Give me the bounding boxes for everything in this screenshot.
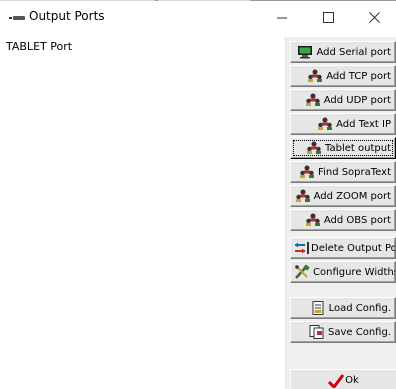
monitor-icon <box>298 46 313 59</box>
button-label: Load Config. <box>328 302 391 314</box>
network-people-icon <box>308 69 323 82</box>
output-ports-list[interactable]: TABLET Port <box>0 37 286 389</box>
button-label: Add TCP port <box>326 70 391 82</box>
button-label: Add ZOOM port <box>313 190 391 202</box>
minimize-icon <box>276 17 287 18</box>
load-config-button[interactable]: Load Config. <box>290 297 396 319</box>
button-label: Tablet output <box>325 142 391 154</box>
add-zoom-port-button[interactable]: Add ZOOM port <box>290 185 396 207</box>
find-sopratext-button[interactable]: Find SopraText <box>290 161 396 183</box>
tools-icon <box>295 265 310 279</box>
delete-output-port-button[interactable]: Delete Output Por <box>290 237 396 259</box>
save-document-icon <box>309 325 324 339</box>
configure-widths-button[interactable]: Configure Widths <box>290 261 396 283</box>
network-people-icon <box>305 213 320 226</box>
button-label: Ok <box>345 375 359 386</box>
button-label: Save Config. <box>328 326 391 338</box>
maximize-icon <box>322 11 334 23</box>
close-icon <box>368 11 380 23</box>
list-item[interactable]: TABLET Port <box>6 40 72 53</box>
tablet-output-button[interactable]: Tablet output <box>290 137 396 159</box>
ok-button[interactable]: Ok <box>290 369 396 389</box>
button-label: Add OBS port <box>323 214 391 226</box>
minimize-button[interactable] <box>259 1 305 33</box>
network-people-icon <box>305 93 320 106</box>
save-config-button[interactable]: Save Config. <box>290 321 396 343</box>
network-people-icon <box>300 165 315 178</box>
button-label: Configure Widths <box>313 266 396 278</box>
add-tcp-port-button[interactable]: Add TCP port <box>290 65 396 87</box>
add-obs-port-button[interactable]: Add OBS port <box>290 209 396 231</box>
button-label: Delete Output Por <box>311 242 396 254</box>
add-udp-port-button[interactable]: Add UDP port <box>290 89 396 111</box>
window-title: Output Ports <box>29 9 105 23</box>
checkmark-icon <box>328 373 345 388</box>
network-people-icon <box>295 189 310 202</box>
close-button[interactable] <box>351 1 396 33</box>
button-label: Add Text IP <box>336 118 391 130</box>
network-people-icon <box>318 117 333 130</box>
delete-arrows-icon <box>295 242 309 254</box>
title-bar[interactable]: Output Ports <box>0 1 396 33</box>
button-panel: Add Serial port Add TCP port Add UDP por… <box>286 37 396 389</box>
output-ports-app-icon <box>9 16 25 20</box>
network-people-icon <box>307 141 322 154</box>
add-serial-port-button[interactable]: Add Serial port <box>290 41 396 63</box>
load-document-icon <box>312 301 324 315</box>
button-label: Add Serial port <box>316 46 391 58</box>
button-label: Find SopraText <box>318 166 391 178</box>
add-text-ip-button[interactable]: Add Text IP <box>290 113 396 135</box>
maximize-button[interactable] <box>305 1 351 33</box>
button-label: Add UDP port <box>323 94 391 106</box>
